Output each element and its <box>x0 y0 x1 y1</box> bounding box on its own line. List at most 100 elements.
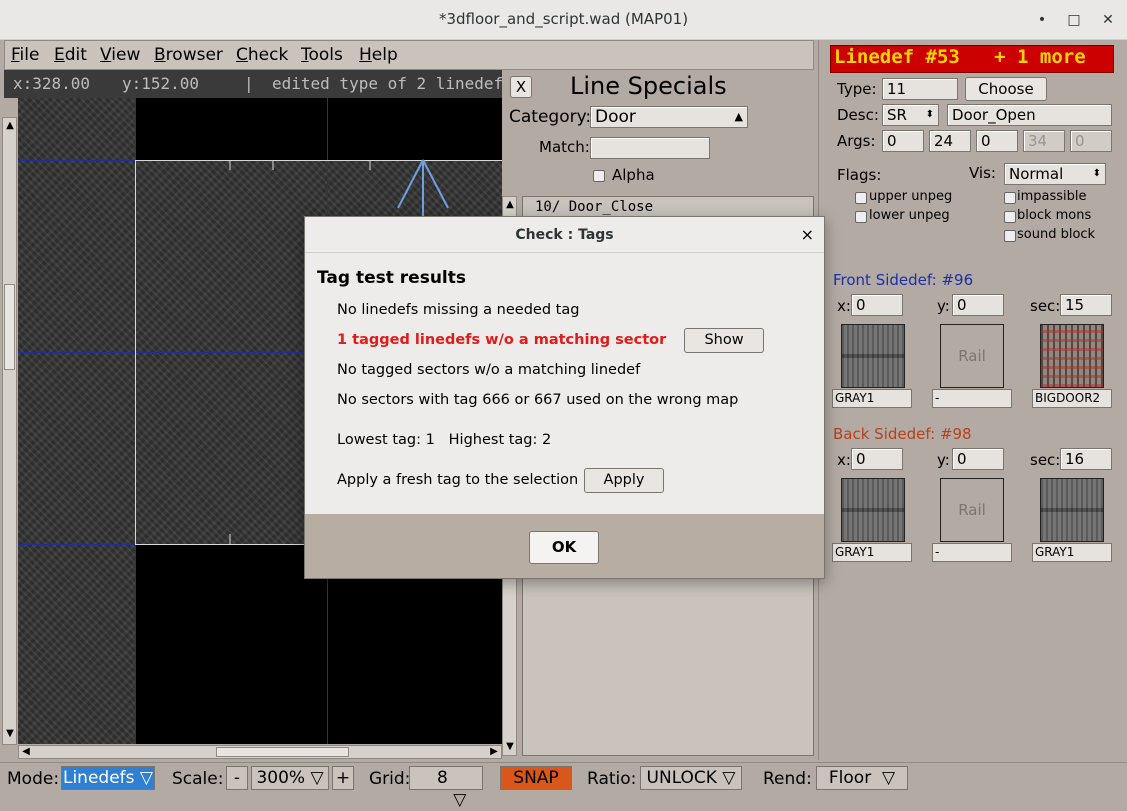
linedef-title: Linedef #53 + 1 more <box>834 46 1086 68</box>
snap-toggle[interactable]: SNAP <box>500 766 572 790</box>
front-sidedef-title: Front Sidedef: #96 <box>833 271 974 289</box>
args-label: Args: <box>837 132 876 150</box>
window-title: *3dfloor_and_script.wad (MAP01) <box>438 10 689 28</box>
scroll-down-icon[interactable]: ▼ <box>3 728 17 742</box>
map-horizontal-scrollbar[interactable]: ◀ ▶ <box>18 745 502 759</box>
list-item[interactable]: 10/ Door_Close <box>535 199 653 215</box>
front-upper-texture[interactable] <box>1040 324 1104 388</box>
front-y-input[interactable]: 0 <box>952 294 1004 316</box>
show-button[interactable]: Show <box>684 328 764 353</box>
render-select[interactable]: Floor ▽ <box>816 766 908 790</box>
front-sec-label: sec: <box>1030 297 1061 315</box>
alpha-checkbox[interactable] <box>593 170 605 182</box>
status-message: edited type of 2 linedefs <box>272 74 504 93</box>
flag-impassible-checkbox[interactable] <box>1004 192 1016 204</box>
front-upper-texture-name[interactable]: BIGDOOR2 <box>1032 389 1112 408</box>
back-x-label: x: <box>837 451 851 469</box>
bottom-toolbar: Mode: Linedefs ▽ Scale: - 300% ▽ + Grid:… <box>0 762 1127 810</box>
menu-file[interactable]: File <box>11 45 39 65</box>
back-y-label: y: <box>937 451 950 469</box>
back-upper-texture[interactable] <box>1040 478 1104 542</box>
scroll-left-icon[interactable]: ◀ <box>19 746 33 758</box>
close-icon[interactable]: ✕ <box>1096 8 1120 32</box>
back-lower-texture-name[interactable]: GRAY1 <box>832 543 912 562</box>
alpha-label: Alpha <box>612 166 655 184</box>
front-x-label: x: <box>837 297 851 315</box>
grid-label: Grid: <box>369 769 411 789</box>
apply-button[interactable]: Apply <box>584 468 664 493</box>
menu-tools[interactable]: Tools <box>301 45 343 65</box>
front-lower-texture-name[interactable]: GRAY1 <box>832 389 912 408</box>
scroll-down-icon[interactable]: ▼ <box>503 741 517 755</box>
scale-select[interactable]: 300% ▽ <box>251 766 329 790</box>
result-unmatched-sectors: No tagged sectors w/o a matching linedef <box>337 362 641 378</box>
maximize-icon[interactable]: □ <box>1062 8 1086 32</box>
flag-sound-block-checkbox[interactable] <box>1004 230 1016 242</box>
front-rail-texture[interactable]: Rail <box>940 324 1004 388</box>
ratio-select[interactable]: UNLOCK ▽ <box>640 766 742 790</box>
type-input[interactable]: 11 <box>882 78 958 100</box>
dialog-close-icon[interactable]: × <box>801 225 814 244</box>
back-sec-input[interactable]: 16 <box>1060 448 1112 470</box>
map-vertical-scrollbar[interactable]: ▲ ▼ <box>2 117 17 745</box>
flag-block-mons-checkbox[interactable] <box>1004 211 1016 223</box>
menu-bar: File Edit View Browser Check Tools Help <box>4 40 814 70</box>
scroll-thumb[interactable] <box>4 284 15 370</box>
front-x-input[interactable]: 0 <box>851 294 903 316</box>
linedef-panel: Linedef #53 + 1 more Type: 11 Choose Des… <box>818 40 1127 760</box>
scroll-up-icon[interactable]: ▲ <box>503 199 517 213</box>
front-lower-texture[interactable] <box>841 324 905 388</box>
front-y-label: y: <box>937 297 950 315</box>
minimize-icon[interactable]: • <box>1030 8 1054 32</box>
flag-upper-unpeg-label: upper unpeg <box>869 189 953 204</box>
arg-3-input[interactable]: 0 <box>976 130 1018 152</box>
type-label: Type: <box>837 80 877 98</box>
check-tags-dialog: Check : Tags × Tag test results No lined… <box>304 216 825 579</box>
flag-upper-unpeg-checkbox[interactable] <box>855 192 867 204</box>
scroll-thumb[interactable] <box>216 747 349 757</box>
vis-label: Vis: <box>969 164 996 182</box>
result-wrong-map-tags: No sectors with tag 666 or 667 used on t… <box>337 392 739 408</box>
result-unmatched-linedefs: 1 tagged linedefs w/o a matching sector <box>337 332 667 348</box>
back-rail-texture[interactable]: Rail <box>940 478 1004 542</box>
flags-label: Flags: <box>837 166 882 184</box>
ratio-label: Ratio: <box>587 769 637 789</box>
coord-x: x:328.00 <box>13 74 91 93</box>
back-x-input[interactable]: 0 <box>851 448 903 470</box>
mode-select[interactable]: Linedefs ▽ <box>61 766 155 790</box>
ok-button[interactable]: OK <box>529 531 599 564</box>
category-select[interactable]: Door ▲ <box>590 106 748 128</box>
specials-close-button[interactable]: X <box>510 76 532 98</box>
menu-view[interactable]: View <box>100 45 140 65</box>
scroll-right-icon[interactable]: ▶ <box>487 746 501 758</box>
menu-help[interactable]: Help <box>359 45 398 65</box>
category-label: Category: <box>509 107 592 127</box>
vis-select[interactable]: Normal ⬍ <box>1004 163 1106 185</box>
apply-description: Apply a fresh tag to the selection <box>337 472 579 488</box>
arg-1-input[interactable]: 0 <box>882 130 924 152</box>
flag-lower-unpeg-checkbox[interactable] <box>855 211 867 223</box>
menu-browser[interactable]: Browser <box>154 45 223 65</box>
back-sidedef-title: Back Sidedef: #98 <box>833 425 972 443</box>
back-lower-texture[interactable] <box>841 478 905 542</box>
match-input[interactable] <box>590 137 710 159</box>
trigger-select[interactable]: SR ⬍ <box>882 104 939 126</box>
coord-separator: | <box>244 74 254 93</box>
menu-check[interactable]: Check <box>236 45 288 65</box>
grid-select[interactable]: 8 ▽ <box>409 766 483 810</box>
arg-2-input[interactable]: 24 <box>929 130 971 152</box>
flag-block-mons-label: block mons <box>1017 208 1092 223</box>
front-mid-texture-name[interactable]: - <box>932 389 1012 408</box>
choose-button[interactable]: Choose <box>965 77 1047 101</box>
scale-plus-button[interactable]: + <box>332 766 354 790</box>
menu-edit[interactable]: Edit <box>54 45 87 65</box>
arg-5-input: 0 <box>1070 130 1112 152</box>
back-y-input[interactable]: 0 <box>952 448 1004 470</box>
scroll-up-icon[interactable]: ▲ <box>3 120 17 134</box>
front-sec-input[interactable]: 15 <box>1060 294 1112 316</box>
back-mid-texture-name[interactable]: - <box>932 543 1012 562</box>
desc-input[interactable]: Door_Open <box>947 104 1112 126</box>
back-upper-texture-name[interactable]: GRAY1 <box>1032 543 1112 562</box>
tag-range: Lowest tag: 1 Highest tag: 2 <box>337 432 552 448</box>
scale-minus-button[interactable]: - <box>226 766 248 790</box>
